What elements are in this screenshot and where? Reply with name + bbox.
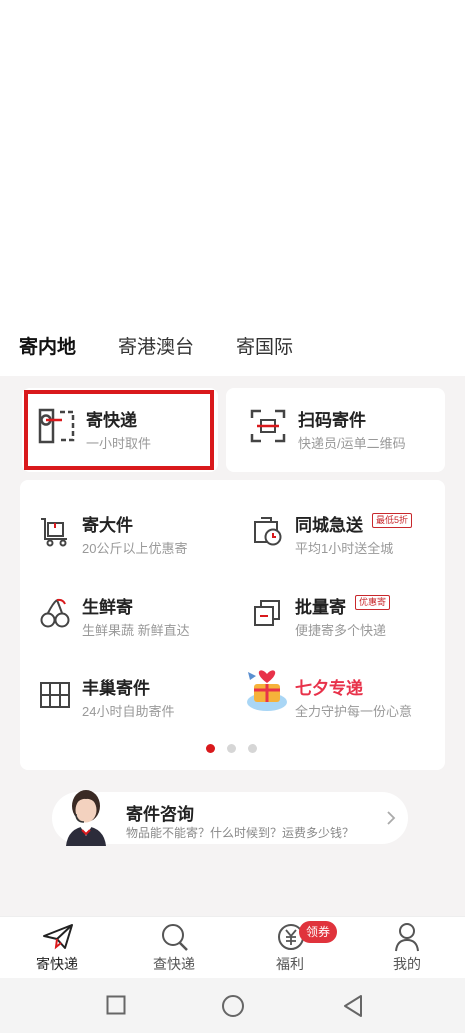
same-city-subtitle: 平均1小时送全城: [295, 541, 394, 556]
batch-subtitle: 便捷寄多个快递: [295, 623, 387, 638]
hive-box-title[interactable]: 丰巢寄件: [82, 674, 150, 699]
nav-send-label[interactable]: 寄快递: [17, 954, 97, 974]
nav-mine-label[interactable]: 我的: [367, 954, 447, 974]
large-item-title[interactable]: 寄大件: [82, 511, 133, 536]
same-city-badge: 最低5折: [372, 513, 413, 528]
blank-header-area: [0, 0, 465, 312]
qixi-subtitle: 全力守护每一份心意: [295, 704, 413, 719]
consult-subtitle: 物品能不能寄？什么时候到？运费多少钱？: [126, 826, 355, 840]
tab-hk-macau-taiwan[interactable]: 寄港澳台: [118, 332, 194, 359]
tab-international[interactable]: 寄国际: [236, 332, 293, 359]
chevron-right-icon: [387, 811, 396, 825]
scan-send-subtitle: 快递员/运单二维码: [298, 436, 406, 451]
fresh-title[interactable]: 生鲜寄: [82, 593, 133, 618]
highlight-frame: [24, 390, 214, 470]
qixi-title[interactable]: 七夕专递: [295, 674, 363, 699]
agent-avatar: [66, 790, 106, 846]
coupon-badge[interactable]: 领券: [299, 921, 337, 943]
recent-apps-icon[interactable]: [106, 995, 126, 1015]
fresh-subtitle: 生鲜果蔬 新鲜直达: [82, 623, 190, 638]
hive-box-subtitle: 24小时自助寄件: [82, 704, 175, 719]
large-cart-icon: [41, 518, 67, 547]
paper-plane-icon[interactable]: [42, 922, 74, 950]
tab-domestic[interactable]: 寄内地: [19, 332, 76, 359]
batch-title[interactable]: 批量寄: [295, 593, 346, 618]
cherry-icon: [40, 598, 70, 628]
locker-grid-icon: [40, 682, 70, 708]
same-city-title[interactable]: 同城急送: [295, 511, 363, 536]
qixi-promo-icon: [247, 670, 287, 711]
scan-qr-icon: [250, 409, 286, 443]
back-icon[interactable]: [342, 994, 364, 1018]
consult-title: 寄件咨询: [126, 805, 194, 824]
batch-badge: 优惠寄: [355, 595, 391, 610]
page-dot-active[interactable]: [206, 744, 215, 753]
nav-welfare-label[interactable]: 福利: [250, 954, 330, 974]
nav-track-label[interactable]: 查快递: [134, 954, 214, 974]
clock-box-icon: [254, 517, 282, 546]
large-item-subtitle: 20公斤以上优惠寄: [82, 541, 188, 556]
stacked-boxes-icon: [254, 600, 280, 626]
page-dot[interactable]: [227, 744, 236, 753]
page-dot[interactable]: [248, 744, 257, 753]
scan-send-title: 扫码寄件: [298, 411, 366, 430]
search-icon[interactable]: [159, 922, 191, 952]
region-tabs: 寄内地 寄港澳台 寄国际: [0, 318, 465, 376]
user-icon[interactable]: [393, 921, 421, 953]
home-icon[interactable]: [221, 994, 245, 1018]
